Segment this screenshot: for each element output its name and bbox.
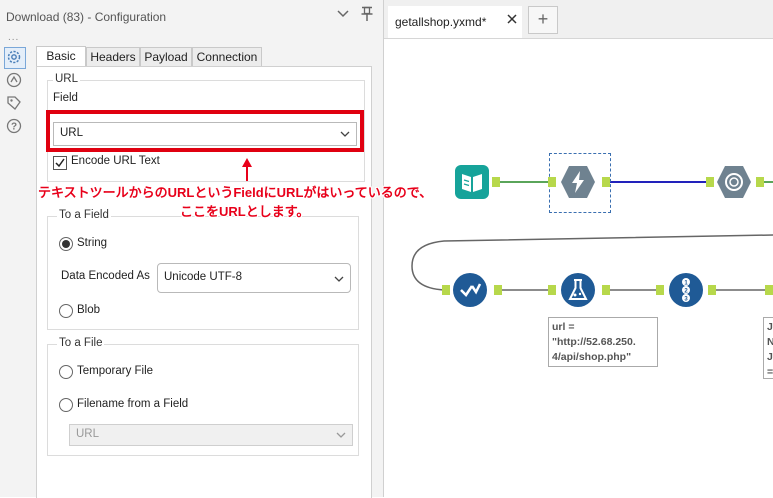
output-anchor[interactable] (602, 177, 610, 187)
tab-connection[interactable]: Connection (192, 47, 262, 66)
output-anchor[interactable] (602, 285, 610, 295)
temporary-file-radio[interactable] (59, 365, 73, 379)
select-tool-icon[interactable] (452, 272, 488, 308)
formula-tool-icon[interactable] (560, 272, 596, 308)
tool-annotation: url = "http://52.68.250. 4/api/shop.php" (548, 317, 658, 367)
json-parse-tool-icon[interactable] (716, 164, 752, 200)
to-file-legend: To a File (57, 337, 105, 349)
input-anchor[interactable] (656, 285, 664, 295)
svg-text:?: ? (11, 122, 17, 133)
record-id-tool-icon[interactable]: 123 (668, 272, 704, 308)
filename-from-field-radio[interactable] (59, 398, 73, 412)
download-tool-icon[interactable] (560, 164, 596, 200)
tab-basic[interactable]: Basic (36, 46, 86, 67)
close-icon[interactable] (506, 13, 518, 28)
tab-headers[interactable]: Headers (86, 47, 140, 66)
blob-label: Blob (77, 304, 101, 316)
panel-title: Download (83) - Configuration (6, 10, 167, 24)
connection-icon[interactable] (6, 72, 22, 88)
output-anchor[interactable] (708, 285, 716, 295)
temporary-file-label: Temporary File (77, 365, 154, 377)
encode-url-checkbox[interactable] (53, 156, 67, 170)
input-anchor[interactable] (706, 177, 714, 187)
annotation-line-2: ここをURLとします。 (180, 204, 310, 219)
tag-icon[interactable] (6, 95, 22, 111)
annotation-line-1: テキストツールからのURLというFieldにURLがはいっているので、 (38, 185, 433, 200)
filename-from-field-label: Filename from a Field (77, 398, 189, 410)
string-label: String (77, 237, 108, 249)
chevron-down-icon (334, 273, 344, 283)
field-label: Field (53, 92, 78, 104)
help-icon[interactable]: ? (6, 118, 22, 134)
input-anchor[interactable] (548, 285, 556, 295)
pin-icon[interactable] (360, 6, 374, 22)
input-anchor[interactable] (442, 285, 450, 295)
output-anchor[interactable] (492, 177, 500, 187)
string-radio[interactable] (59, 237, 73, 251)
highlight-box (46, 110, 364, 152)
drag-handle[interactable]: ... (8, 32, 19, 43)
encode-url-label: Encode URL Text (71, 155, 160, 167)
configuration-panel: Download (83) - Configuration ... ? Basi… (0, 0, 384, 498)
add-tab-button[interactable]: + (528, 6, 558, 34)
document-tab[interactable]: getallshop.yxmd* (388, 6, 522, 38)
tab-payload[interactable]: Payload (140, 47, 192, 66)
output-anchor[interactable] (756, 177, 764, 187)
encoded-as-select[interactable]: Unicode UTF-8 (157, 263, 351, 293)
encoded-as-value: Unicode UTF-8 (164, 271, 242, 283)
to-field-legend: To a Field (57, 209, 111, 221)
connection-lines (411, 181, 773, 291)
blob-radio[interactable] (59, 304, 73, 318)
input-anchor[interactable] (765, 285, 773, 295)
text-input-tool-icon[interactable] (454, 164, 490, 200)
document-tab-label: getallshop.yxmd* (395, 15, 487, 29)
chevron-down-icon[interactable] (336, 7, 350, 21)
output-anchor[interactable] (494, 285, 502, 295)
filename-field-value: URL (76, 428, 100, 440)
tool-annotation-partial: J N J = (763, 317, 773, 379)
input-anchor[interactable] (548, 177, 556, 187)
filename-field-select: URL (69, 424, 353, 446)
arrow-up-icon (239, 156, 255, 185)
gear-icon[interactable] (6, 49, 22, 65)
chevron-down-icon (336, 429, 346, 439)
encoded-as-label: Data Encoded As (61, 270, 150, 282)
url-group-legend: URL (53, 73, 81, 85)
